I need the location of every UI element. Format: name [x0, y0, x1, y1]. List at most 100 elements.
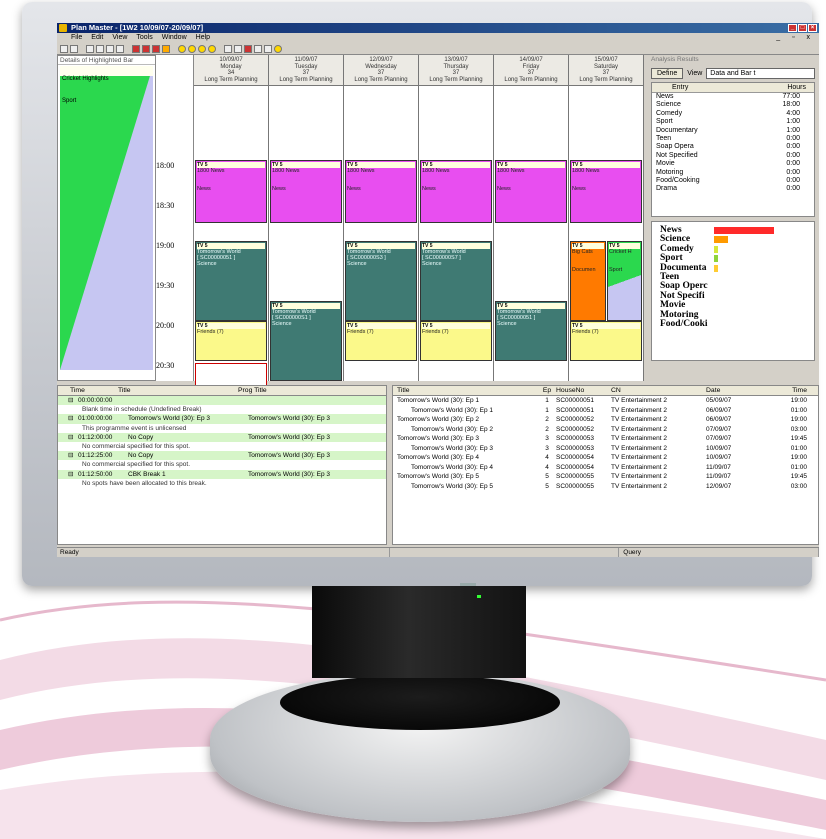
- analysis-row[interactable]: News 77:00: [652, 93, 814, 101]
- define-button[interactable]: Define: [651, 68, 684, 79]
- help-icon[interactable]: [116, 44, 124, 53]
- programme-block[interactable]: TV 5 Tomorrow's World[ SC000000S3 ] Scienc…: [345, 241, 417, 321]
- event-row[interactable]: Blank time in schedule (Undefined Break): [58, 405, 386, 414]
- programme-row[interactable]: Tomorrow's World (30): Ep 4 4 SC00000054 TV…: [393, 453, 818, 463]
- programme-row[interactable]: Tomorrow's World (30): Ep 1 1 SC00000051 TV…: [393, 406, 818, 416]
- news-block[interactable]: TV 5 1800 News News: [195, 160, 267, 223]
- programme-block[interactable]: TV 5 Tomorrow's World[ SC000000S7 ] Scienc…: [420, 241, 492, 321]
- programme-row[interactable]: Tomorrow's World (30): Ep 2 2 SC00000052 TV…: [393, 425, 818, 435]
- cricket-block[interactable]: TV 5 Cricket H Sport: [607, 241, 642, 321]
- friends-block[interactable]: TV 5 Friends (7): [345, 321, 417, 361]
- export-icon[interactable]: [162, 44, 170, 53]
- analysis-row[interactable]: Sport 1:00: [652, 118, 814, 126]
- event-time: 01:12:00:00: [78, 433, 113, 441]
- event-row[interactable]: ⊟ 01:12:25:00 No Copy Tomorrow's World (30)…: [58, 451, 386, 461]
- news-block[interactable]: TV 5 1800 News News: [420, 160, 492, 223]
- print-icon[interactable]: [106, 44, 114, 53]
- open-icon[interactable]: [70, 44, 78, 53]
- programme-row[interactable]: Tomorrow's World (30): Ep 5 5 SC00000055 TV…: [393, 482, 818, 492]
- prog-ep: 2: [545, 425, 549, 433]
- menu-window[interactable]: Window: [162, 33, 187, 43]
- day-column-thursday: 13/09/07 Thursday 37 Long Term Planning …: [419, 55, 494, 381]
- friends-block[interactable]: TV 5 Friends (7): [570, 321, 642, 361]
- menu-help[interactable]: Help: [196, 33, 210, 43]
- tool-d-icon[interactable]: [254, 44, 262, 53]
- analysis-row[interactable]: Food/Cooking 0:00: [652, 177, 814, 185]
- menu-tools[interactable]: Tools: [136, 33, 152, 43]
- day-header[interactable]: 13/09/07 Thursday 37 Long Term Planning: [419, 55, 493, 86]
- event-row[interactable]: ⊟ 01:00:00:00 Tomorrow's World (30): Ep 3 T…: [58, 414, 386, 424]
- circle-4-icon[interactable]: [208, 44, 216, 53]
- event-row[interactable]: No spots have been allocated to this bre…: [58, 479, 386, 488]
- news-block[interactable]: TV 5 1800 News News: [570, 160, 642, 223]
- event-row[interactable]: ⊟ 01:12:00:00 No Copy Tomorrow's World (30)…: [58, 432, 386, 442]
- programme-row[interactable]: Tomorrow's World (30): Ep 4 4 SC00000054 TV…: [393, 463, 818, 473]
- day-header[interactable]: 10/09/07 Monday 34 Long Term Planning: [194, 55, 268, 86]
- event-row[interactable]: No commercial specified for this spot.: [58, 442, 386, 451]
- genre-wedge: Cricket Highlights Sport: [60, 66, 153, 370]
- minimize-icon[interactable]: _: [788, 24, 797, 32]
- day-header[interactable]: 15/09/07 Saturday 37 Long Term Planning: [569, 55, 643, 86]
- programme-block[interactable]: TV 5 Tomorrow's World[ SC00000051 ] Scienc…: [495, 301, 567, 361]
- view-select[interactable]: Data and Bar t: [706, 68, 815, 79]
- report-icon[interactable]: [152, 44, 160, 53]
- analysis-row[interactable]: Movie 0:00: [652, 160, 814, 168]
- analysis-row[interactable]: Documentary 1:00: [652, 127, 814, 135]
- news-block[interactable]: TV 5 1800 News News: [495, 160, 567, 223]
- close-icon[interactable]: ×: [808, 24, 817, 32]
- analysis-row[interactable]: Teen 0:00: [652, 135, 814, 143]
- event-row[interactable]: No commercial specified for this spot.: [58, 460, 386, 469]
- day-header[interactable]: 12/09/07 Wednesday 37 Long Term Planning: [344, 55, 418, 86]
- expand-icon[interactable]: ⊟: [68, 451, 78, 460]
- event-row[interactable]: ⊟ 00:00:00:00: [58, 396, 386, 406]
- menu-view[interactable]: View: [112, 33, 127, 43]
- day-header[interactable]: 14/09/07 Friday 37 Long Term Planning: [494, 55, 568, 86]
- tool-e-icon[interactable]: [264, 44, 272, 53]
- news-block[interactable]: TV 5 1800 News News: [345, 160, 417, 223]
- circle-1-icon[interactable]: [178, 44, 186, 53]
- entry-hours: 77:00: [782, 93, 800, 100]
- event-row[interactable]: This programme event is unlicensed: [58, 424, 386, 433]
- day-header[interactable]: 11/09/07 Tuesday 37 Long Term Planning: [269, 55, 343, 86]
- programme-block[interactable]: TV 5 Tomorrow's World[ SC000000S1 ] Scienc…: [270, 301, 342, 381]
- tool-b-icon[interactable]: [234, 44, 242, 53]
- friends-block[interactable]: TV 5 Friends (7): [420, 321, 492, 361]
- maximize-icon[interactable]: □: [798, 24, 807, 32]
- analysis-row[interactable]: Motoring 0:00: [652, 169, 814, 177]
- analysis-row[interactable]: Not Specified 0:00: [652, 152, 814, 160]
- friends-block[interactable]: TV 5 Friends (7): [195, 321, 267, 361]
- tool-c-icon[interactable]: [244, 44, 252, 53]
- analysis-row[interactable]: Soap Opera 0:00: [652, 143, 814, 151]
- cut-icon[interactable]: [86, 44, 94, 53]
- prog-cn: TV Entertainment 2: [611, 454, 667, 461]
- analysis-row[interactable]: Comedy 4:00: [652, 110, 814, 118]
- tool-a-icon[interactable]: [224, 44, 232, 53]
- analysis-row[interactable]: Science 18:00: [652, 101, 814, 109]
- event-row[interactable]: ⊟ 01:12:50:00 CBK Break 1 Tomorrow's World …: [58, 469, 386, 479]
- menu-edit[interactable]: Edit: [91, 33, 103, 43]
- tool-f-icon[interactable]: [274, 44, 282, 53]
- expand-icon[interactable]: ⊟: [68, 433, 78, 442]
- programme-row[interactable]: Tomorrow's World (30): Ep 3 3 SC00000053 TV…: [393, 434, 818, 444]
- programme-block[interactable]: TV 5 Tomorrow's World[ SC00000051 ] Scienc…: [195, 241, 267, 321]
- calendar-icon[interactable]: [142, 44, 150, 53]
- programme-row[interactable]: Tomorrow's World (30): Ep 2 2 SC00000052 TV…: [393, 415, 818, 425]
- programme-row[interactable]: Tomorrow's World (30): Ep 3 3 SC00000053 TV…: [393, 444, 818, 454]
- expand-icon[interactable]: ⊟: [68, 396, 78, 405]
- expand-icon[interactable]: ⊟: [68, 470, 78, 479]
- copy-icon[interactable]: [96, 44, 104, 53]
- prog-time: 03:00: [790, 425, 807, 433]
- new-icon[interactable]: [60, 44, 68, 53]
- menu-file[interactable]: File: [71, 33, 82, 43]
- programme-row[interactable]: Tomorrow's World (30): Ep 1 1 SC00000051 TV…: [393, 396, 818, 406]
- schedule-icon[interactable]: [132, 44, 140, 53]
- big-cats-block[interactable]: TV 5 Big Cats Documen: [570, 241, 606, 321]
- news-block[interactable]: TV 5 1800 News News: [270, 160, 342, 223]
- entry-hours: 1:00: [786, 126, 800, 134]
- expand-icon[interactable]: ⊟: [68, 414, 78, 423]
- mdi-controls[interactable]: _ ▫ x: [776, 33, 815, 43]
- analysis-row[interactable]: Drama 0:00: [652, 185, 814, 193]
- circle-2-icon[interactable]: [188, 44, 196, 53]
- circle-3-icon[interactable]: [198, 44, 206, 53]
- programme-row[interactable]: Tomorrow's World (30): Ep 5 5 SC00000055 TV…: [393, 472, 818, 482]
